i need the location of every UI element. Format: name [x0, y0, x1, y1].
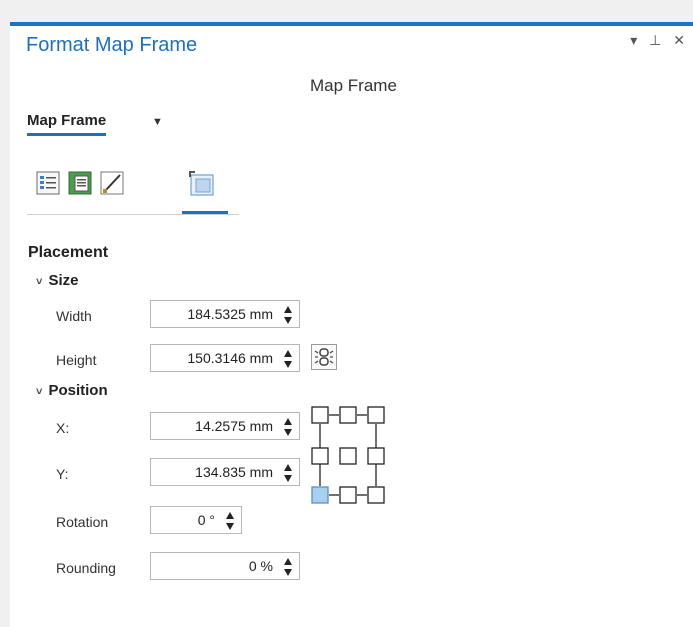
options-menu-icon[interactable]: ▾ [630, 32, 641, 48]
size-group-toggle[interactable]: ˅ Size [36, 272, 78, 289]
height-value: 150.3146 mm [187, 350, 273, 366]
rotation-spinner[interactable]: 0 ° [150, 506, 242, 534]
y-label: Y: [56, 466, 69, 482]
anchor-middle-right[interactable] [367, 447, 385, 465]
height-spinner[interactable]: 150.3146 mm [150, 344, 300, 372]
placement-tab-icon[interactable] [182, 170, 228, 214]
element-type-heading: Map Frame [310, 76, 397, 95]
spinner-arrows-icon[interactable] [283, 463, 293, 483]
anchor-top-left[interactable] [311, 406, 329, 424]
options-tab-icon[interactable] [35, 170, 61, 196]
rounding-label: Rounding [56, 560, 116, 576]
width-label: Width [56, 308, 92, 324]
element-dropdown[interactable]: Map Frame [27, 112, 107, 136]
spinner-arrows-icon[interactable] [225, 511, 235, 531]
anchor-point-grid [311, 406, 401, 506]
format-map-frame-pane: Format Map Frame ▾ ⊥ ✕ Map Frame Map Fra… [10, 22, 693, 627]
pin-icon[interactable]: ⊥ [649, 32, 665, 48]
rotation-value: 0 ° [197, 512, 215, 528]
format-tabs [27, 170, 239, 215]
symbol-tab-icon[interactable] [99, 170, 125, 196]
chain-link-icon [314, 348, 334, 366]
anchor-bottom-right[interactable] [367, 486, 385, 504]
anchor-center[interactable] [339, 447, 357, 465]
placement-heading: Placement [28, 244, 109, 261]
position-group-toggle[interactable]: ˅ Position [36, 382, 108, 399]
size-heading: Size [48, 272, 79, 289]
x-spinner[interactable]: 14.2575 mm [150, 412, 300, 440]
pane-title: Format Map Frame [26, 34, 198, 56]
x-value: 14.2575 mm [195, 418, 273, 434]
width-value: 184.5325 mm [187, 306, 273, 322]
rotation-label: Rotation [56, 514, 109, 530]
position-heading: Position [48, 382, 108, 399]
y-value: 134.835 mm [195, 464, 273, 480]
anchor-bottom-left[interactable] [311, 486, 329, 504]
spinner-arrows-icon[interactable] [283, 349, 293, 369]
spinner-arrows-icon[interactable] [283, 557, 293, 577]
anchor-top-center[interactable] [339, 406, 357, 424]
anchor-middle-left[interactable] [311, 447, 329, 465]
display-options-tab-icon[interactable] [67, 170, 93, 196]
window-controls[interactable]: ▾ ⊥ ✕ [630, 32, 689, 49]
spinner-arrows-icon[interactable] [283, 417, 293, 437]
spinner-arrows-icon[interactable] [283, 305, 293, 325]
close-icon[interactable]: ✕ [673, 32, 689, 48]
chevron-down-icon: ˅ [36, 276, 43, 288]
chevron-down-icon[interactable]: ▼ [152, 116, 163, 128]
y-spinner[interactable]: 134.835 mm [150, 458, 300, 486]
rounding-spinner[interactable]: 0 % [150, 552, 300, 580]
rounding-value: 0 % [248, 558, 273, 574]
anchor-bottom-center[interactable] [339, 486, 357, 504]
width-spinner[interactable]: 184.5325 mm [150, 300, 300, 328]
chevron-down-icon: ˅ [36, 386, 43, 398]
lock-aspect-ratio-button[interactable] [311, 344, 337, 370]
x-label: X: [56, 420, 70, 436]
anchor-top-right[interactable] [367, 406, 385, 424]
height-label: Height [56, 352, 97, 368]
